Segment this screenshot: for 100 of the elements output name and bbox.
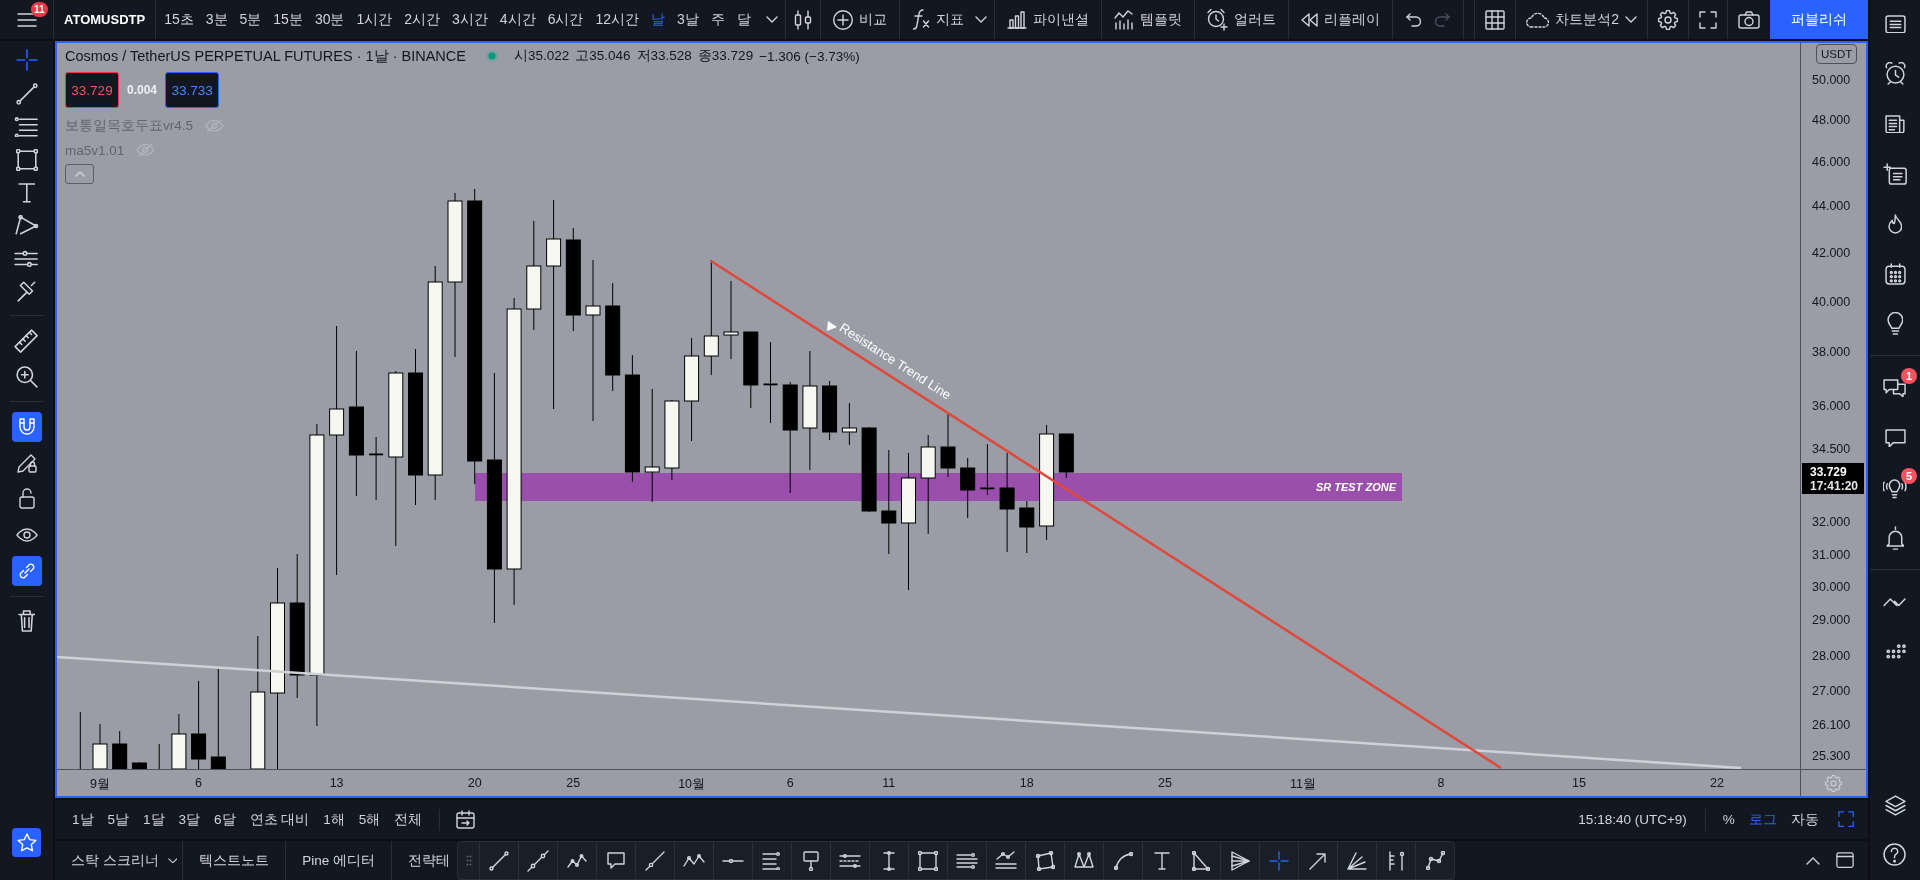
sell-button[interactable]: 33.729 xyxy=(65,72,119,108)
arc-icon[interactable] xyxy=(1113,851,1133,870)
add-list-icon[interactable] xyxy=(1882,162,1908,186)
maximize-icon[interactable] xyxy=(1836,852,1854,869)
magnet-button[interactable] xyxy=(11,411,42,442)
zoom-in-icon[interactable] xyxy=(15,365,38,388)
interval-button[interactable]: 5분 xyxy=(233,0,268,39)
settings-icon[interactable] xyxy=(1658,9,1678,30)
alert-button[interactable]: 얼러트 xyxy=(1194,0,1288,39)
bell-icon[interactable] xyxy=(1885,525,1905,551)
collapse-button[interactable] xyxy=(65,164,94,184)
auto-scale-button[interactable]: 자동 xyxy=(1783,800,1826,839)
interval-button[interactable]: 12시간 xyxy=(589,0,646,39)
chat-bubble-icon[interactable] xyxy=(1884,428,1906,448)
undo-icon[interactable] xyxy=(1404,12,1421,27)
interval-button[interactable]: 6시간 xyxy=(541,0,590,39)
crosshair-icon[interactable] xyxy=(15,49,38,71)
replay-button[interactable]: 리플레이 xyxy=(1288,0,1392,39)
triangle-icon[interactable] xyxy=(1192,850,1210,871)
line-list-icon[interactable] xyxy=(956,852,978,869)
text-icon[interactable] xyxy=(1154,851,1170,870)
range-button[interactable]: 5해 xyxy=(351,800,388,839)
lightbulb-icon[interactable] xyxy=(1886,312,1904,336)
interval-button[interactable]: 2시간 xyxy=(398,0,447,39)
financials-button[interactable]: 파이낸셜 xyxy=(994,0,1101,39)
range-button[interactable]: 6달 xyxy=(207,800,243,839)
interval-button[interactable]: 15분 xyxy=(267,0,309,39)
interval-button[interactable]: 날 xyxy=(645,0,672,39)
alarm-clock-icon[interactable] xyxy=(1884,62,1906,86)
horizontal-ray-icon[interactable] xyxy=(722,858,744,863)
crosshair-icon[interactable] xyxy=(1269,850,1289,871)
interval-button[interactable]: 4시간 xyxy=(493,0,542,39)
newspaper-icon[interactable] xyxy=(1885,114,1905,134)
hammer-icon[interactable] xyxy=(15,280,38,303)
chat-bubbles-icon[interactable] xyxy=(1883,378,1907,398)
watchlist-icon[interactable] xyxy=(1884,14,1906,34)
interval-button[interactable]: 15초 xyxy=(158,0,200,39)
layout-name-button[interactable]: 차트분석2 xyxy=(1516,0,1647,39)
drag-handle-icon[interactable] xyxy=(465,855,472,866)
indicators-button[interactable]: 지표 xyxy=(899,0,968,39)
camera-icon[interactable] xyxy=(1738,10,1760,29)
text-icon[interactable] xyxy=(17,182,36,203)
fan-lines-icon[interactable] xyxy=(1347,851,1367,870)
interval-button[interactable]: 1시간 xyxy=(350,0,399,39)
favorites-button[interactable] xyxy=(12,828,41,857)
timezone-clock[interactable]: 15:18:40 (UTC+9) xyxy=(1578,812,1695,827)
panel-tab[interactable]: 전략테 xyxy=(392,841,451,880)
price-note-icon[interactable] xyxy=(803,850,819,871)
ruler-icon[interactable] xyxy=(14,329,39,354)
range-button[interactable]: 1달 xyxy=(136,800,172,839)
candlestick-icon[interactable] xyxy=(793,9,812,30)
chevron-down-icon[interactable] xyxy=(765,16,778,23)
horizontal-lines-icon[interactable] xyxy=(14,117,39,137)
interval-button[interactable]: 3분 xyxy=(199,0,234,39)
layers-icon[interactable] xyxy=(1884,794,1906,816)
panel-tab[interactable]: Pine 에디터 xyxy=(286,841,392,880)
horizontal-lines-icon[interactable] xyxy=(761,851,783,870)
buy-button[interactable]: 33.733 xyxy=(165,72,220,108)
arrow-icon[interactable] xyxy=(1309,851,1327,870)
rectangle-icon[interactable] xyxy=(15,148,38,171)
interval-button[interactable]: 3시간 xyxy=(446,0,494,39)
calendar-icon[interactable] xyxy=(1884,262,1906,286)
polygon-icon[interactable] xyxy=(1035,850,1055,871)
trend-line-icon[interactable] xyxy=(15,83,38,105)
layout-grid-icon[interactable] xyxy=(1485,9,1506,30)
currency-label[interactable]: USDT xyxy=(1816,44,1858,64)
line-points-icon[interactable] xyxy=(995,851,1017,870)
wave-pattern-icon[interactable] xyxy=(566,853,588,868)
link-button[interactable] xyxy=(11,555,42,586)
vertical-range-icon[interactable] xyxy=(883,850,895,871)
chevron-down-icon[interactable] xyxy=(974,16,987,23)
compare-button[interactable]: 비교 xyxy=(820,0,899,39)
trash-icon[interactable] xyxy=(17,609,36,632)
chevron-up-icon[interactable] xyxy=(1806,856,1820,865)
publish-button[interactable]: 퍼블리쉬 xyxy=(1770,0,1868,39)
range-button[interactable]: 1해 xyxy=(316,800,352,839)
symbol-button[interactable]: ATOMUSDTP xyxy=(54,0,156,39)
zigzag-pattern-icon[interactable] xyxy=(683,853,705,868)
ray-icon[interactable] xyxy=(645,850,665,871)
percent-scale-button[interactable]: % xyxy=(1715,800,1742,839)
templates-button[interactable]: 템플릿 xyxy=(1101,0,1194,39)
speech-bubble-icon[interactable] xyxy=(607,852,625,869)
zigzag-icon[interactable] xyxy=(1883,596,1907,608)
triangle-pattern-icon[interactable] xyxy=(14,214,39,237)
fan-triangle-icon[interactable] xyxy=(1230,850,1250,871)
fullscreen-icon[interactable] xyxy=(1837,811,1854,828)
interval-button[interactable]: 주 xyxy=(704,0,731,39)
slider-lines-icon[interactable] xyxy=(14,248,39,269)
extended-line-icon[interactable] xyxy=(527,849,549,872)
trend-line-icon[interactable] xyxy=(489,850,509,871)
log-scale-button[interactable]: 로그 xyxy=(1741,800,1784,839)
tick-marks-icon[interactable] xyxy=(1388,850,1404,871)
interval-button[interactable]: 달 xyxy=(730,0,757,39)
parallel-channel-icon[interactable] xyxy=(839,853,861,868)
range-button[interactable]: 3달 xyxy=(171,800,208,839)
menu-icon[interactable] xyxy=(16,12,37,27)
node-path-icon[interactable] xyxy=(1425,851,1445,870)
interval-button[interactable]: 3날 xyxy=(671,0,705,39)
range-button[interactable]: 전체 xyxy=(387,800,430,839)
help-icon[interactable] xyxy=(1883,843,1907,867)
